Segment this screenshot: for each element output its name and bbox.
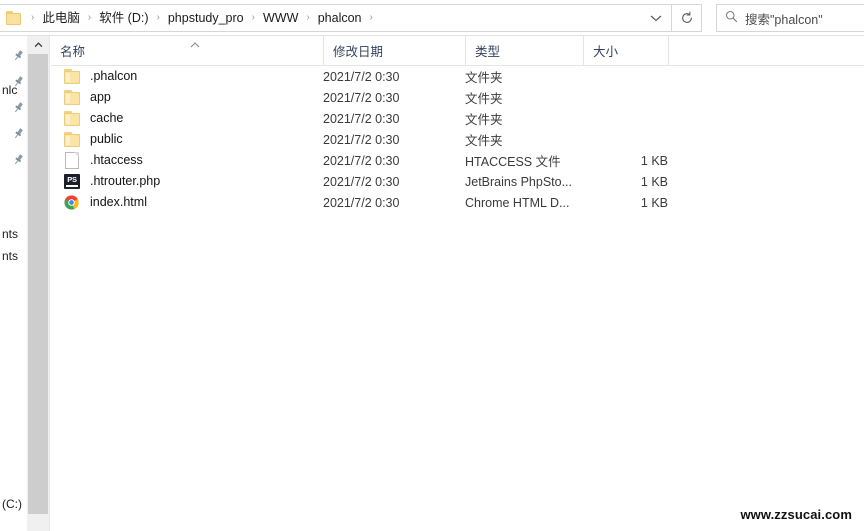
file-date-modified: 2021/7/2 0:30 — [323, 111, 400, 126]
file-type: 文件夹 — [465, 113, 503, 127]
document-icon — [63, 152, 83, 169]
search-placeholder: 搜索"phalcon" — [745, 12, 823, 27]
breadcrumb-separator: › — [306, 12, 310, 23]
pin-icon[interactable] — [12, 153, 25, 166]
search-input[interactable]: 搜索"phalcon" — [716, 4, 864, 32]
file-date-modified: 2021/7/2 0:30 — [323, 90, 400, 105]
folder-icon — [63, 110, 83, 127]
file-size — [583, 108, 668, 129]
file-name: cache — [90, 111, 124, 125]
nav-pane-scrollbar[interactable] — [27, 36, 50, 531]
breadcrumb-item-2[interactable]: phpstudy_pro — [165, 8, 247, 28]
file-name-cell[interactable]: PS .htrouter.php — [51, 171, 160, 192]
table-row[interactable]: public 2021/7/2 0:30 文件夹 — [51, 129, 864, 150]
nav-item-label: (C:) — [2, 497, 22, 511]
nav-item-6[interactable]: nts — [0, 246, 18, 266]
pin-icon[interactable] — [12, 127, 25, 140]
file-date-modified: 2021/7/2 0:30 — [323, 195, 400, 210]
file-size — [583, 129, 668, 150]
column-divider — [668, 36, 678, 65]
pin-icon[interactable] — [12, 75, 25, 88]
file-name: app — [90, 90, 111, 104]
file-name: .phalcon — [90, 69, 138, 83]
file-size — [583, 87, 668, 108]
folder-icon — [63, 68, 83, 85]
breadcrumb[interactable]: › 此电脑 › 软件 (D:) › phpstudy_pro › WWW › p… — [0, 4, 672, 32]
nav-item-label: nts — [2, 249, 19, 263]
file-size: 1 KB — [640, 174, 668, 189]
pin-icon[interactable] — [12, 101, 25, 114]
column-header-size[interactable]: 大小 — [583, 36, 668, 65]
file-name-cell[interactable]: app — [51, 87, 111, 108]
chrome-icon — [63, 194, 83, 211]
folder-icon — [6, 11, 22, 25]
address-bar: › 此电脑 › 软件 (D:) › phpstudy_pro › WWW › p… — [0, 0, 864, 36]
file-name-cell[interactable]: .htaccess — [51, 150, 143, 171]
file-type: HTACCESS 文件 — [465, 155, 561, 169]
file-date-modified: 2021/7/2 0:30 — [323, 174, 400, 189]
refresh-icon[interactable] — [672, 4, 702, 32]
file-type: 文件夹 — [465, 92, 503, 106]
table-row[interactable]: .phalcon 2021/7/2 0:30 文件夹 — [51, 66, 864, 87]
file-date-modified: 2021/7/2 0:30 — [323, 153, 400, 168]
file-date-modified: 2021/7/2 0:30 — [323, 132, 400, 147]
column-header-name[interactable]: 名称 — [51, 36, 323, 65]
file-date-modified: 2021/7/2 0:30 — [323, 69, 400, 84]
breadcrumb-item-3[interactable]: WWW — [260, 8, 301, 28]
column-header-date-modified[interactable]: 修改日期 — [323, 36, 465, 65]
file-type: Chrome HTML D... — [465, 195, 570, 210]
nav-item-7[interactable]: (C:) — [0, 494, 22, 514]
table-row[interactable]: .htaccess 2021/7/2 0:30 HTACCESS 文件 1 KB — [51, 150, 864, 171]
file-size: 1 KB — [640, 153, 668, 168]
file-type: JetBrains PhpSto... — [465, 174, 573, 189]
file-name: index.html — [90, 195, 147, 209]
file-name: .htaccess — [90, 153, 143, 167]
file-name-cell[interactable]: cache — [51, 108, 123, 129]
file-name-cell[interactable]: .phalcon — [51, 66, 137, 87]
file-list[interactable]: .phalcon 2021/7/2 0:30 文件夹 app 2021/7/2 … — [51, 66, 864, 213]
file-type: 文件夹 — [465, 134, 503, 148]
file-name-cell[interactable]: index.html — [51, 192, 147, 213]
phpstorm-icon: PS — [63, 173, 83, 190]
table-row[interactable]: cache 2021/7/2 0:30 文件夹 — [51, 108, 864, 129]
file-size — [583, 66, 668, 87]
file-name: public — [90, 132, 123, 146]
file-size: 1 KB — [640, 195, 668, 210]
pin-icon[interactable] — [12, 49, 25, 62]
breadcrumb-item-1[interactable]: 软件 (D:) — [96, 8, 151, 28]
breadcrumb-item-0[interactable]: 此电脑 — [39, 8, 83, 28]
watermark: www.zzsucai.com — [740, 507, 852, 522]
breadcrumb-separator: › — [251, 12, 255, 23]
file-list-pane: 名称 修改日期 类型 大小 .phalcon 2021/7/2 0:30 文件夹 — [51, 36, 864, 531]
folder-icon — [63, 89, 83, 106]
folder-icon — [63, 131, 83, 148]
scrollbar-thumb[interactable] — [28, 54, 48, 514]
sort-ascending-caret-icon — [189, 38, 201, 48]
breadcrumb-separator: › — [31, 12, 35, 23]
chevron-down-icon[interactable] — [643, 5, 669, 31]
file-name: .htrouter.php — [90, 174, 161, 188]
breadcrumb-item-4[interactable]: phalcon — [315, 8, 365, 28]
column-headers: 名称 修改日期 类型 大小 — [51, 36, 864, 66]
breadcrumb-separator: › — [87, 12, 92, 23]
file-name-cell[interactable]: public — [51, 129, 123, 150]
file-type: 文件夹 — [465, 71, 503, 85]
table-row[interactable]: app 2021/7/2 0:30 文件夹 — [51, 87, 864, 108]
chevron-up-icon[interactable] — [27, 36, 49, 53]
column-header-type[interactable]: 类型 — [465, 36, 583, 65]
breadcrumb-separator: › — [156, 12, 160, 23]
table-row[interactable]: index.html 2021/7/2 0:30 Chrome HTML D..… — [51, 192, 864, 213]
breadcrumb-separator: › — [369, 12, 373, 23]
table-row[interactable]: PS .htrouter.php 2021/7/2 0:30 JetBrains… — [51, 171, 864, 192]
search-icon — [725, 10, 738, 26]
